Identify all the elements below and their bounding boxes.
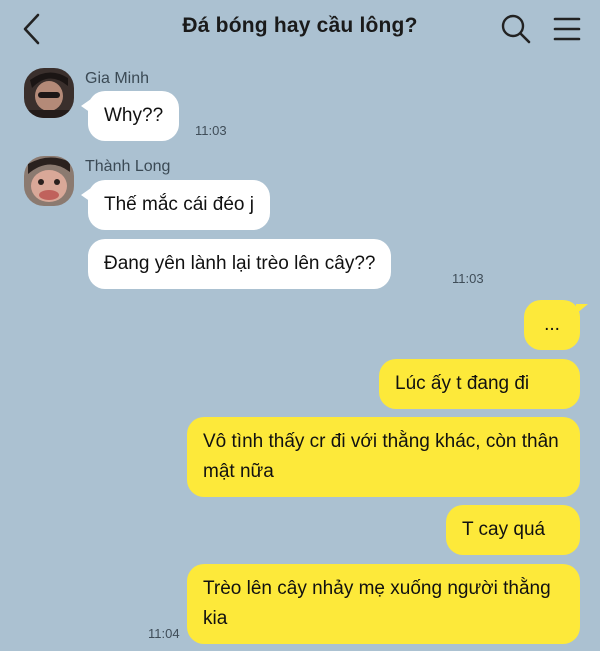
message-time: 11:03	[452, 271, 484, 286]
message-bubble-outgoing[interactable]: ...	[524, 300, 588, 350]
message-time: 11:04	[148, 626, 180, 641]
message-bubble-incoming[interactable]: Thế mắc cái đéo j	[81, 180, 270, 230]
message-bubble-outgoing[interactable]: T cay quá	[446, 505, 580, 555]
message-bubble-incoming[interactable]: Why??	[81, 91, 180, 141]
hamburger-menu-icon[interactable]	[552, 13, 582, 45]
message-bubble-outgoing[interactable]: Trèo lên cây nhảy mẹ xuống người thằng k…	[187, 564, 580, 644]
search-icon[interactable]	[500, 13, 532, 45]
avatar-gia-minh[interactable]	[24, 68, 74, 118]
message-text: Thế mắc cái đéo j	[104, 194, 254, 215]
message-time: 11:03	[195, 123, 227, 138]
chat-header: Đá bóng hay cầu lông?	[0, 0, 600, 58]
message-text: Lúc ấy t đang đi	[395, 373, 530, 394]
message-text: Trèo lên cây nhảy mẹ xuống người thằng k…	[203, 578, 551, 629]
message-bubble-incoming[interactable]: Đang yên lành lại trèo lên cây??	[88, 239, 392, 289]
message-bubble-outgoing[interactable]: Lúc ấy t đang đi	[379, 359, 580, 409]
sender-name: Thành Long	[85, 158, 171, 175]
sender-name: Gia Minh	[85, 70, 150, 87]
message-bubble-outgoing[interactable]: Vô tình thấy cr đi với thằng khác, còn t…	[187, 417, 580, 497]
avatar-thanh-long[interactable]	[24, 156, 74, 206]
message-text: Why??	[104, 105, 164, 126]
message-text: ...	[544, 314, 560, 335]
message-text: Đang yên lành lại trèo lên cây??	[104, 253, 376, 274]
message-text: Vô tình thấy cr đi với thằng khác, còn t…	[203, 431, 559, 482]
message-text: T cay quá	[462, 519, 546, 540]
